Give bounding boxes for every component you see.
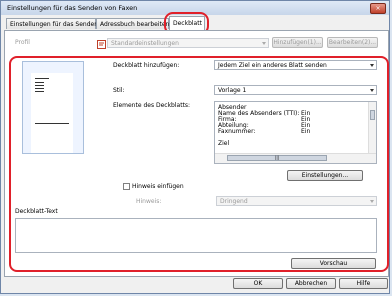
scroll-thumb[interactable] bbox=[370, 110, 375, 120]
elements-vertical-scrollbar[interactable] bbox=[368, 102, 376, 154]
profile-edit-button[interactable]: Bearbeiten(2)... bbox=[327, 37, 378, 48]
chevron-down-icon bbox=[370, 64, 374, 67]
element-state: Ein bbox=[301, 128, 311, 135]
elements-horizontal-scrollbar[interactable]: ||| bbox=[215, 153, 376, 163]
cancel-button[interactable]: Abbrechen bbox=[286, 278, 336, 289]
ok-button[interactable]: OK bbox=[233, 278, 283, 289]
elements-label: Elemente des Deckblatts: bbox=[113, 102, 191, 109]
elements-list[interactable]: Absender Name des Absenders (TTI): Ein F… bbox=[214, 101, 377, 164]
chevron-down-icon bbox=[370, 89, 374, 92]
style-label: Stil: bbox=[113, 87, 125, 94]
tab-address-book[interactable]: Adressbuch bearbeiten bbox=[96, 18, 169, 29]
dialog-window: Einstellungen für das Senden von Faxen ×… bbox=[0, 0, 390, 294]
profile-icon bbox=[97, 40, 106, 49]
notice-select[interactable]: Dringend bbox=[216, 196, 377, 206]
cover-text-area[interactable] bbox=[15, 218, 377, 253]
element-name: Ziel bbox=[218, 140, 230, 147]
settings-button[interactable]: Einstellungen... bbox=[287, 170, 363, 181]
cover-add-value: Jedem Ziel ein anderes Blatt senden bbox=[218, 62, 327, 69]
chevron-down-icon bbox=[262, 42, 266, 45]
cover-add-label: Deckblatt hinzufügen: bbox=[113, 62, 180, 69]
style-value: Vorlage 1 bbox=[218, 87, 247, 94]
chevron-down-icon bbox=[370, 200, 374, 203]
notice-label: Hinweis einfügen bbox=[132, 183, 184, 190]
notice-checkbox[interactable] bbox=[123, 183, 130, 190]
scroll-thumb[interactable]: ||| bbox=[227, 155, 327, 161]
notice-field-label: Hinweis: bbox=[136, 198, 162, 205]
notice-value: Dringend bbox=[220, 198, 248, 205]
cover-add-select[interactable]: Jedem Ziel ein anderes Blatt senden bbox=[214, 60, 377, 70]
style-select[interactable]: Vorlage 1 bbox=[214, 85, 377, 95]
help-button[interactable]: Hilfe bbox=[339, 278, 388, 289]
profile-add-button[interactable]: Hinzufügen(1)... bbox=[272, 37, 323, 48]
window-title: Einstellungen für das Senden von Faxen bbox=[7, 4, 138, 12]
profile-select-value: Standardeinstellungen bbox=[111, 40, 179, 47]
cover-text-label: Deckblatt-Text bbox=[15, 208, 58, 215]
tab-sending-settings[interactable]: Einstellungen für das Senden bbox=[6, 18, 98, 29]
close-button[interactable]: × bbox=[370, 3, 386, 14]
profile-label: Profil bbox=[15, 39, 30, 46]
cover-preview-page bbox=[31, 73, 73, 153]
preview-button[interactable]: Vorschau bbox=[291, 258, 376, 269]
element-name: Faxnummer: bbox=[218, 128, 256, 135]
profile-select[interactable]: Standardeinstellungen bbox=[107, 38, 269, 48]
